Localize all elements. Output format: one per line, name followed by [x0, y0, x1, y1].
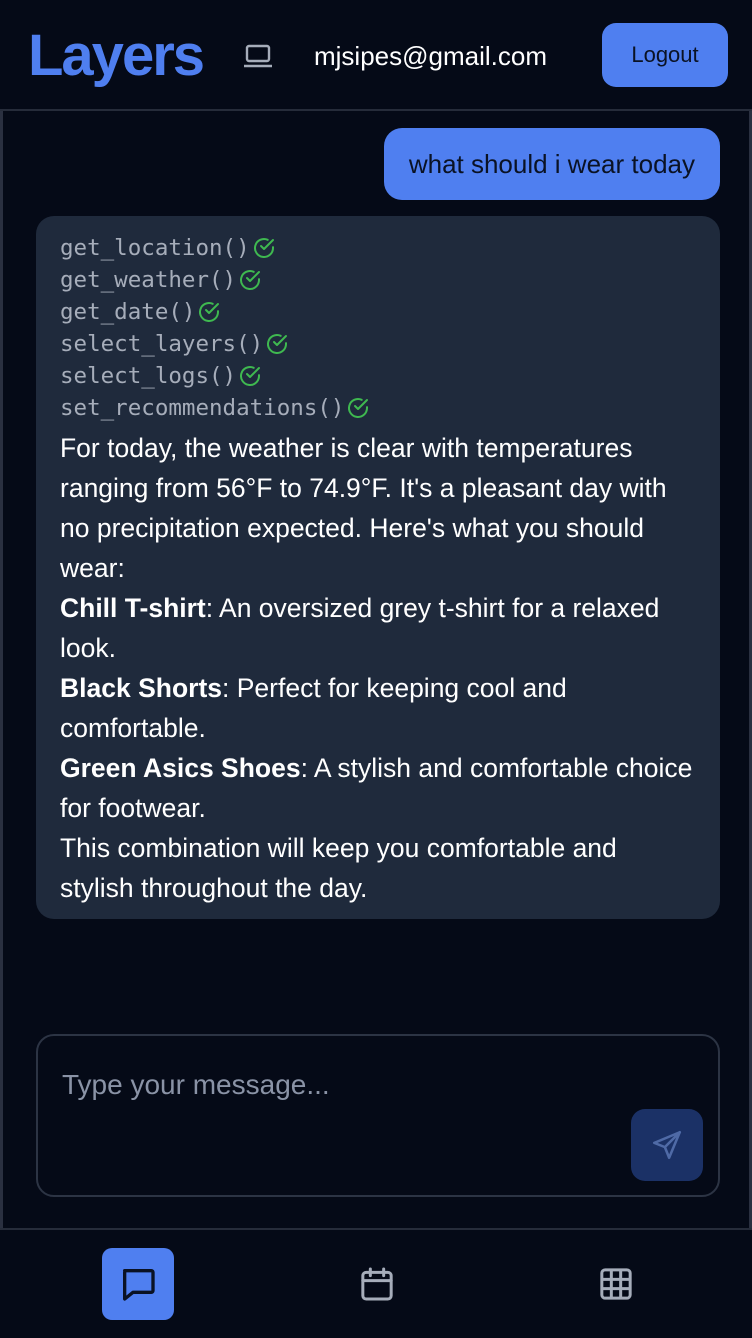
calendar-icon	[361, 1267, 393, 1301]
tool-call-name: select_layers()	[60, 331, 264, 357]
check-circle-icon	[199, 302, 220, 322]
response-intro: For today, the weather is clear with tem…	[60, 433, 667, 583]
tool-call: get_weather()	[60, 264, 696, 296]
message-composer	[36, 1034, 720, 1197]
send-button[interactable]	[631, 1109, 703, 1181]
header: Layers mjsipes@gmail.com Logout	[0, 0, 752, 111]
brand-logo[interactable]: Layers	[28, 22, 205, 90]
check-circle-icon	[267, 334, 288, 354]
response-outro: This combination will keep you comfortab…	[60, 833, 617, 903]
tool-call: select_layers()	[60, 328, 696, 360]
check-circle-icon	[240, 366, 261, 386]
tool-calls-list: get_location() get_weather() get_date() …	[60, 232, 696, 424]
tool-call-name: get_date()	[60, 299, 196, 325]
tool-call-name: select_logs()	[60, 363, 237, 389]
check-circle-icon	[348, 398, 369, 418]
recommendation-item: Chill T-shirt: An oversized grey t-shirt…	[60, 588, 696, 668]
message-input[interactable]	[62, 1060, 622, 1110]
laptop-icon	[244, 44, 272, 68]
item-name: Chill T-shirt	[60, 593, 206, 623]
tool-call-name: set_recommendations()	[60, 395, 345, 421]
user-email: mjsipes@gmail.com	[314, 41, 547, 71]
tool-call: get_date()	[60, 296, 696, 328]
logout-button[interactable]: Logout	[602, 23, 728, 87]
tool-call: set_recommendations()	[60, 392, 696, 424]
assistant-response: For today, the weather is clear with tem…	[60, 428, 696, 908]
tool-call-name: get_location()	[60, 235, 250, 261]
check-circle-icon	[240, 270, 261, 290]
grid-icon	[600, 1268, 632, 1300]
nav-calendar[interactable]	[341, 1248, 413, 1320]
tool-call: get_location()	[60, 232, 696, 264]
user-message-bubble: what should i wear today	[383, 128, 720, 200]
bottom-nav	[0, 1228, 752, 1338]
nav-chat[interactable]	[102, 1248, 174, 1320]
check-circle-icon	[253, 238, 274, 258]
send-icon	[652, 1130, 682, 1160]
tool-call-name: get_weather()	[60, 267, 237, 293]
item-name: Black Shorts	[60, 673, 223, 703]
item-name: Green Asics Shoes	[60, 753, 301, 783]
recommendation-item: Black Shorts: Perfect for keeping cool a…	[60, 668, 696, 748]
recommendation-item: Green Asics Shoes: A stylish and comfort…	[60, 748, 696, 828]
tool-call: select_logs()	[60, 360, 696, 392]
chat-icon	[123, 1269, 155, 1301]
assistant-message-bubble: get_location() get_weather() get_date() …	[36, 216, 720, 919]
nav-grid[interactable]	[580, 1248, 652, 1320]
